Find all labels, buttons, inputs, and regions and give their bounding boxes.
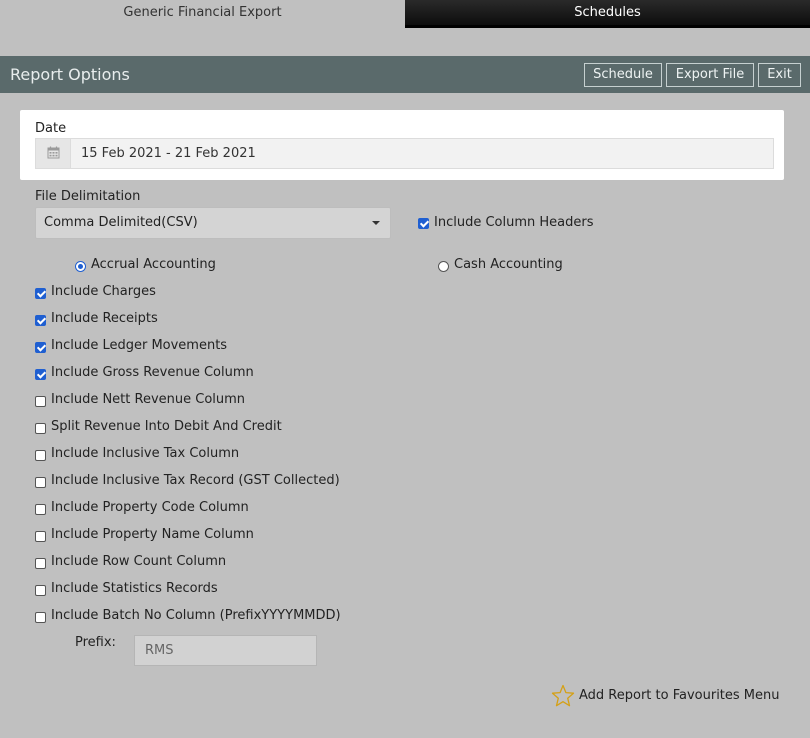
include-ledger-movements-checkbox[interactable] — [35, 342, 46, 353]
include-batch-no-column-checkbox[interactable] — [35, 612, 46, 623]
include-nett-revenue-column-checkbox[interactable] — [35, 396, 46, 407]
include-receipts-checkbox[interactable] — [35, 315, 46, 326]
date-panel: Date 15 Feb 2021 - 21 Feb 2021 — [20, 110, 784, 180]
prefix-input[interactable]: RMS — [134, 635, 317, 666]
include-column-headers-label: Include Column Headers — [434, 215, 594, 230]
export-file-button[interactable]: Export File — [666, 63, 754, 87]
prefix-value: RMS — [145, 643, 174, 658]
tab-schedules[interactable]: Schedules — [405, 0, 810, 28]
include-inclusive-tax-column-label: Include Inclusive Tax Column — [51, 446, 240, 461]
include-inclusive-tax-record-checkbox[interactable] — [35, 477, 46, 488]
file-delimitation-label: File Delimitation — [35, 189, 141, 204]
include-property-name-column-label: Include Property Name Column — [51, 527, 254, 542]
include-statistics-records-checkbox[interactable] — [35, 585, 46, 596]
prefix-label: Prefix: — [75, 635, 116, 650]
cash-accounting-radio[interactable] — [438, 261, 449, 272]
include-statistics-records-label: Include Statistics Records — [51, 581, 218, 596]
date-range-field[interactable]: 15 Feb 2021 - 21 Feb 2021 — [35, 138, 774, 169]
tab-bar: Generic Financial Export Schedules — [0, 0, 810, 28]
cash-accounting-label: Cash Accounting — [454, 257, 563, 272]
include-inclusive-tax-column-checkbox[interactable] — [35, 450, 46, 461]
report-options-header: Report Options Schedule Export File Exit — [0, 56, 810, 93]
schedule-button[interactable]: Schedule — [584, 63, 662, 87]
file-delimitation-value: Comma Delimited(CSV) — [44, 215, 198, 230]
include-receipts-label: Include Receipts — [51, 311, 158, 326]
include-batch-no-column-label: Include Batch No Column (PrefixYYYYMMDD) — [51, 608, 341, 623]
tab-generic-financial-export[interactable]: Generic Financial Export — [0, 0, 405, 28]
chevron-down-icon — [372, 221, 380, 225]
split-revenue-label: Split Revenue Into Debit And Credit — [51, 419, 282, 434]
include-gross-revenue-column-label: Include Gross Revenue Column — [51, 365, 254, 380]
include-ledger-movements-label: Include Ledger Movements — [51, 338, 228, 353]
accrual-accounting-radio[interactable] — [75, 261, 86, 272]
date-label: Date — [35, 121, 67, 136]
date-range-value: 15 Feb 2021 - 21 Feb 2021 — [81, 146, 256, 161]
include-nett-revenue-column-label: Include Nett Revenue Column — [51, 392, 246, 407]
add-to-favourites-label: Add Report to Favourites Menu — [579, 688, 780, 703]
include-property-code-column-label: Include Property Code Column — [51, 500, 249, 515]
include-row-count-column-checkbox[interactable] — [35, 558, 46, 569]
include-gross-revenue-column-checkbox[interactable] — [35, 369, 46, 380]
star-icon — [551, 684, 575, 707]
file-delimitation-select[interactable]: Comma Delimited(CSV) — [35, 207, 391, 239]
split-revenue-checkbox[interactable] — [35, 423, 46, 434]
include-row-count-column-label: Include Row Count Column — [51, 554, 227, 569]
include-charges-checkbox[interactable] — [35, 288, 46, 299]
include-property-code-column-checkbox[interactable] — [35, 504, 46, 515]
exit-button[interactable]: Exit — [758, 63, 801, 87]
include-property-name-column-checkbox[interactable] — [35, 531, 46, 542]
accrual-accounting-label: Accrual Accounting — [91, 257, 216, 272]
include-column-headers-checkbox[interactable] — [418, 218, 429, 229]
include-charges-label: Include Charges — [51, 284, 156, 299]
calendar-icon[interactable] — [36, 139, 71, 168]
include-inclusive-tax-record-label: Include Inclusive Tax Record (GST Collec… — [51, 473, 340, 488]
page-title: Report Options — [10, 65, 130, 84]
